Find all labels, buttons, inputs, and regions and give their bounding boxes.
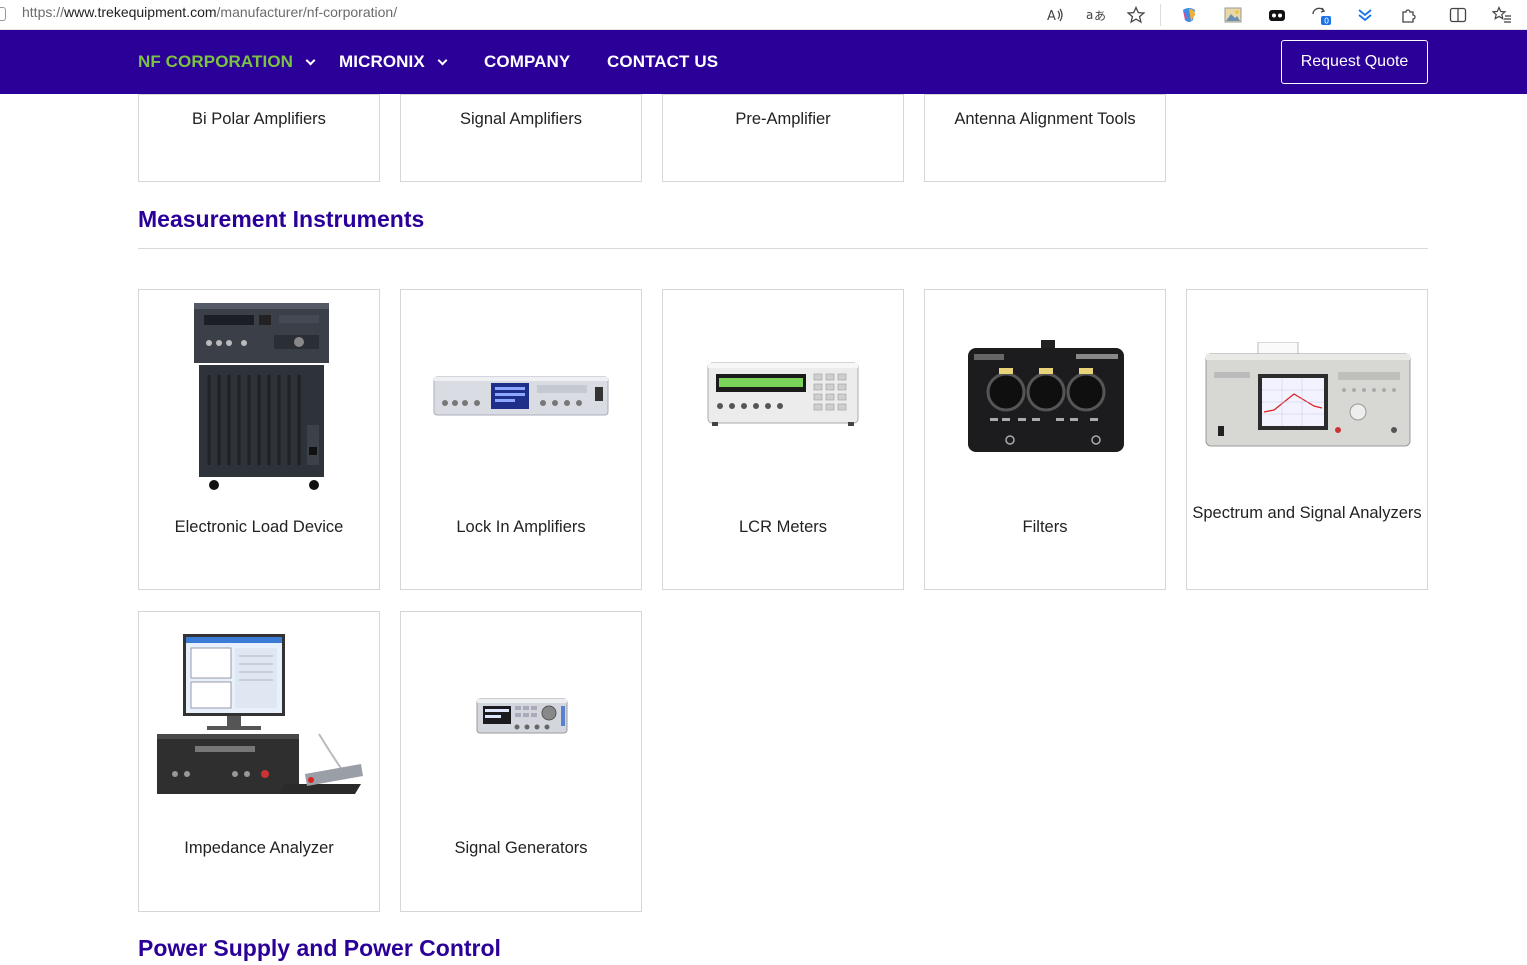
main-navbar: NF CORPORATION MICRONIX COMPANY CONTACT … (0, 30, 1527, 94)
extensions-icon[interactable] (1396, 2, 1422, 28)
nav-item-label: NF CORPORATION (138, 52, 294, 71)
favorite-star-icon[interactable] (1123, 2, 1149, 28)
sync-icon[interactable]: 0 (1308, 2, 1334, 28)
nav-item-company[interactable]: COMPANY (484, 30, 570, 94)
product-card-signal-generators[interactable]: Signal Generators (400, 611, 642, 912)
translate-icon[interactable]: aあ (1083, 2, 1109, 28)
section-title-measurement-instruments: Measurement Instruments (138, 206, 425, 232)
url-path: /manufacturer/nf-corporation/ (216, 4, 398, 20)
product-card-label: Bi Polar Amplifiers (192, 110, 326, 128)
image-icon[interactable] (1220, 2, 1246, 28)
svg-text:A: A (1047, 9, 1056, 23)
favorites-list-icon[interactable] (1489, 2, 1515, 28)
read-aloud-icon[interactable]: A (1043, 2, 1069, 28)
filter-image (968, 340, 1124, 452)
url-prefix: https:// (22, 4, 65, 20)
page-info-icon[interactable] (0, 7, 6, 21)
lock-in-amplifier-image (433, 376, 609, 416)
product-card-antenna-alignment-tools[interactable]: Antenna Alignment Tools (924, 94, 1166, 182)
product-card-bi-polar-amplifiers[interactable]: Bi Polar Amplifiers (138, 94, 380, 182)
product-card-label: Filters (1022, 518, 1068, 536)
chevron-down-icon (437, 55, 448, 65)
product-card-pre-amplifier[interactable]: Pre-Amplifier (662, 94, 904, 182)
product-card-signal-amplifiers[interactable]: Signal Amplifiers (400, 94, 642, 182)
request-quote-button[interactable]: Request Quote (1281, 40, 1428, 84)
section-divider (138, 248, 1428, 249)
product-card-lock-in-amplifiers[interactable]: Lock In Amplifiers (400, 289, 642, 590)
games-icon[interactable] (1264, 2, 1290, 28)
nav-item-contact-us[interactable]: CONTACT US (607, 30, 718, 94)
nav-item-label: CONTACT US (607, 52, 719, 71)
impedance-analyzer-image (157, 634, 363, 794)
product-card-label: Antenna Alignment Tools (954, 110, 1136, 128)
copilot-icon[interactable] (1176, 2, 1202, 28)
nav-item-label: COMPANY (484, 52, 571, 71)
url-host: www.trekequipment.com (64, 4, 217, 20)
download-icon[interactable] (1352, 2, 1378, 28)
sync-badge: 0 (1324, 17, 1329, 26)
product-card-impedance-analyzer[interactable]: Impedance Analyzer (138, 611, 380, 912)
product-card-label: Electronic Load Device (174, 518, 344, 536)
address-bar[interactable]: https://www.trekequipment.com/manufactur… (22, 4, 397, 20)
nav-item-micronix[interactable]: MICRONIX (339, 30, 448, 94)
signal-generator-image (476, 698, 568, 734)
nav-item-label: MICRONIX (339, 52, 425, 71)
product-card-filters[interactable]: Filters (924, 289, 1166, 590)
product-card-electronic-load-device[interactable]: Electronic Load Device (138, 289, 380, 590)
browser-toolbar: https://www.trekequipment.com/manufactur… (0, 0, 1527, 30)
spectrum-analyzer-image (1205, 342, 1411, 447)
product-card-label: Pre-Amplifier (735, 110, 831, 128)
product-card-label: Signal Amplifiers (460, 110, 582, 128)
svg-text:あ: あ (1094, 9, 1106, 23)
product-card-label: Lock In Amplifiers (456, 518, 586, 536)
chevron-down-icon (305, 55, 316, 65)
product-card-lcr-meters[interactable]: LCR Meters (662, 289, 904, 590)
nav-item-nf-corporation[interactable]: NF CORPORATION (138, 30, 316, 94)
lcr-meter-image (707, 362, 859, 426)
product-card-label: Signal Generators (454, 839, 588, 857)
section-title-power-supply-and-power-control: Power Supply and Power Control (138, 935, 501, 961)
product-card-spectrum-and-signal-analyzers[interactable]: Spectrum and Signal Analyzers (1186, 289, 1428, 590)
toolbar-separator (1160, 4, 1161, 26)
split-screen-icon[interactable] (1445, 2, 1471, 28)
product-card-label: Impedance Analyzer (184, 839, 334, 857)
product-card-label: Spectrum and Signal Analyzers (1192, 504, 1422, 522)
electronic-load-device-image (194, 303, 329, 490)
svg-text:a: a (1086, 8, 1093, 22)
product-card-label: LCR Meters (738, 518, 828, 536)
